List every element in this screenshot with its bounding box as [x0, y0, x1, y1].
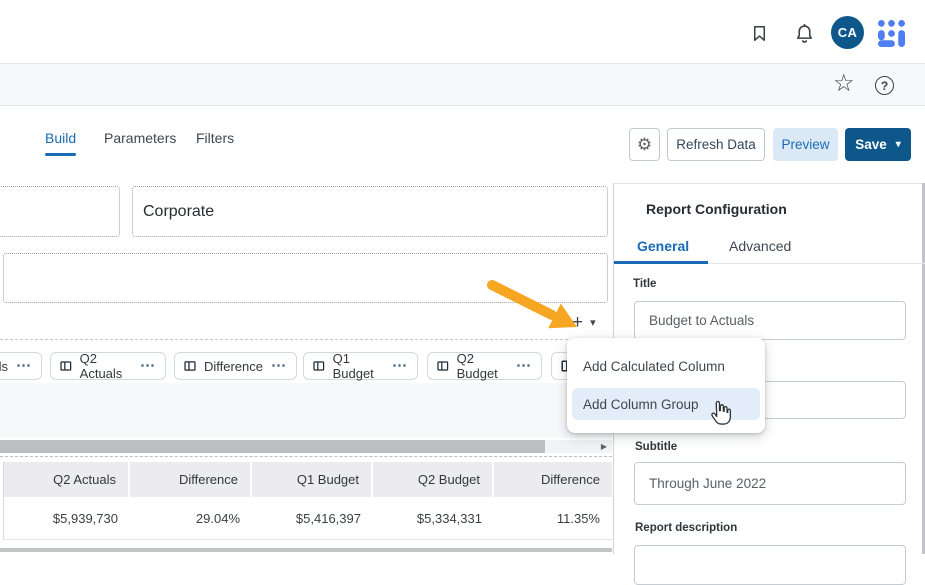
- column-icon: [313, 359, 325, 373]
- menu-item-add-column-group[interactable]: Add Column Group: [572, 388, 760, 420]
- tab-filters[interactable]: Filters: [196, 130, 234, 146]
- report-description-input[interactable]: [634, 545, 906, 585]
- column-chip-q1[interactable]: ls ⋯: [0, 352, 42, 380]
- report-description-label: Report description: [635, 522, 737, 534]
- table-header-difference-1[interactable]: Difference: [130, 462, 252, 497]
- tab-parameters[interactable]: Parameters: [104, 130, 176, 146]
- column-icon: [437, 359, 449, 373]
- preview-divider: [0, 456, 612, 457]
- column-chip-q1-budget[interactable]: Q1 Budget ⋯: [303, 352, 418, 380]
- column-icon: [60, 359, 72, 373]
- save-split-button[interactable]: Save ▾: [845, 128, 911, 161]
- plus-icon: +: [572, 313, 583, 332]
- report-subheader-cell[interactable]: [3, 253, 608, 303]
- table-header-q2-actuals[interactable]: Q2 Actuals: [4, 462, 130, 497]
- subtitle-field-label: Subtitle: [635, 441, 677, 453]
- table-cell: $5,939,730: [4, 497, 130, 540]
- panel-tab-advanced[interactable]: Advanced: [729, 238, 791, 254]
- table-header-q2-budget[interactable]: Q2 Budget: [373, 462, 494, 497]
- widget-bottom-scrollbar[interactable]: [0, 548, 612, 552]
- save-button-label: Save: [855, 137, 887, 152]
- menu-item-add-calculated-column[interactable]: Add Calculated Column: [567, 348, 765, 384]
- title-field-label: Title: [633, 278, 656, 290]
- column-chip-label: Difference: [204, 359, 263, 374]
- widget-body-area: [0, 383, 612, 438]
- table-cell: 29.04%: [130, 497, 252, 540]
- panel-active-tab-underline: [614, 261, 708, 264]
- refresh-data-button[interactable]: Refresh Data: [667, 128, 765, 161]
- chip-menu-dots-icon[interactable]: ⋯: [140, 361, 156, 371]
- horizontal-scrollbar-thumb[interactable]: [0, 440, 545, 453]
- top-app-bar: [0, 0, 925, 63]
- favorite-star-icon[interactable]: ☆: [833, 72, 855, 96]
- report-header-cell-left[interactable]: [0, 186, 120, 237]
- chip-menu-dots-icon[interactable]: ⋯: [516, 361, 532, 371]
- app-launcher-grid-icon[interactable]: [877, 19, 905, 47]
- help-icon[interactable]: ?: [875, 76, 894, 95]
- page-action-bar: [0, 63, 925, 106]
- column-chip-label: Q2 Actuals: [80, 351, 132, 381]
- preview-button[interactable]: Preview: [773, 128, 838, 161]
- save-dropdown-caret-icon[interactable]: ▾: [896, 140, 901, 150]
- add-column-dropdown-menu: Add Calculated Column Add Column Group: [567, 338, 765, 433]
- chip-menu-dots-icon[interactable]: ⋯: [392, 361, 408, 371]
- scrollbar-right-arrow-icon[interactable]: ▶: [596, 440, 612, 453]
- panel-title: Report Configuration: [646, 201, 787, 217]
- table-cell: 11.35%: [494, 497, 612, 540]
- columns-divider: [0, 339, 608, 340]
- column-chip-label: ls: [0, 359, 8, 374]
- column-chip-q2-actuals[interactable]: Q2 Actuals ⋯: [50, 352, 166, 380]
- add-column-button[interactable]: + ▾: [572, 309, 612, 335]
- column-chip-label: Q2 Budget: [457, 351, 508, 381]
- report-header-cell-text: Corporate: [143, 203, 214, 221]
- table-cell: $5,334,331: [373, 497, 494, 540]
- chip-menu-dots-icon[interactable]: ⋯: [271, 361, 287, 371]
- column-chip-label: Q1 Budget: [333, 351, 384, 381]
- panel-tab-general[interactable]: General: [637, 238, 689, 254]
- gear-icon: ⚙: [637, 135, 652, 155]
- table-header-difference-2[interactable]: Difference: [494, 462, 612, 497]
- tab-build[interactable]: Build: [45, 130, 76, 146]
- subtitle-input[interactable]: [634, 462, 906, 505]
- chip-menu-dots-icon[interactable]: ⋯: [16, 361, 32, 371]
- column-chip-difference[interactable]: Difference ⋯: [174, 352, 297, 380]
- table-header-q1-budget[interactable]: Q1 Budget: [252, 462, 373, 497]
- settings-gear-button[interactable]: ⚙: [629, 128, 660, 161]
- title-input[interactable]: [634, 301, 906, 340]
- active-tab-underline: [45, 153, 76, 156]
- user-avatar[interactable]: CA: [831, 16, 864, 49]
- column-icon: [184, 359, 196, 373]
- report-header-cell-corporate[interactable]: Corporate: [132, 186, 608, 237]
- table-cell: $5,416,397: [252, 497, 373, 540]
- chevron-down-icon: ▾: [590, 316, 596, 329]
- column-chip-q2-budget[interactable]: Q2 Budget ⋯: [427, 352, 542, 380]
- notifications-bell-icon[interactable]: [793, 21, 815, 45]
- bookmark-icon[interactable]: [749, 23, 769, 43]
